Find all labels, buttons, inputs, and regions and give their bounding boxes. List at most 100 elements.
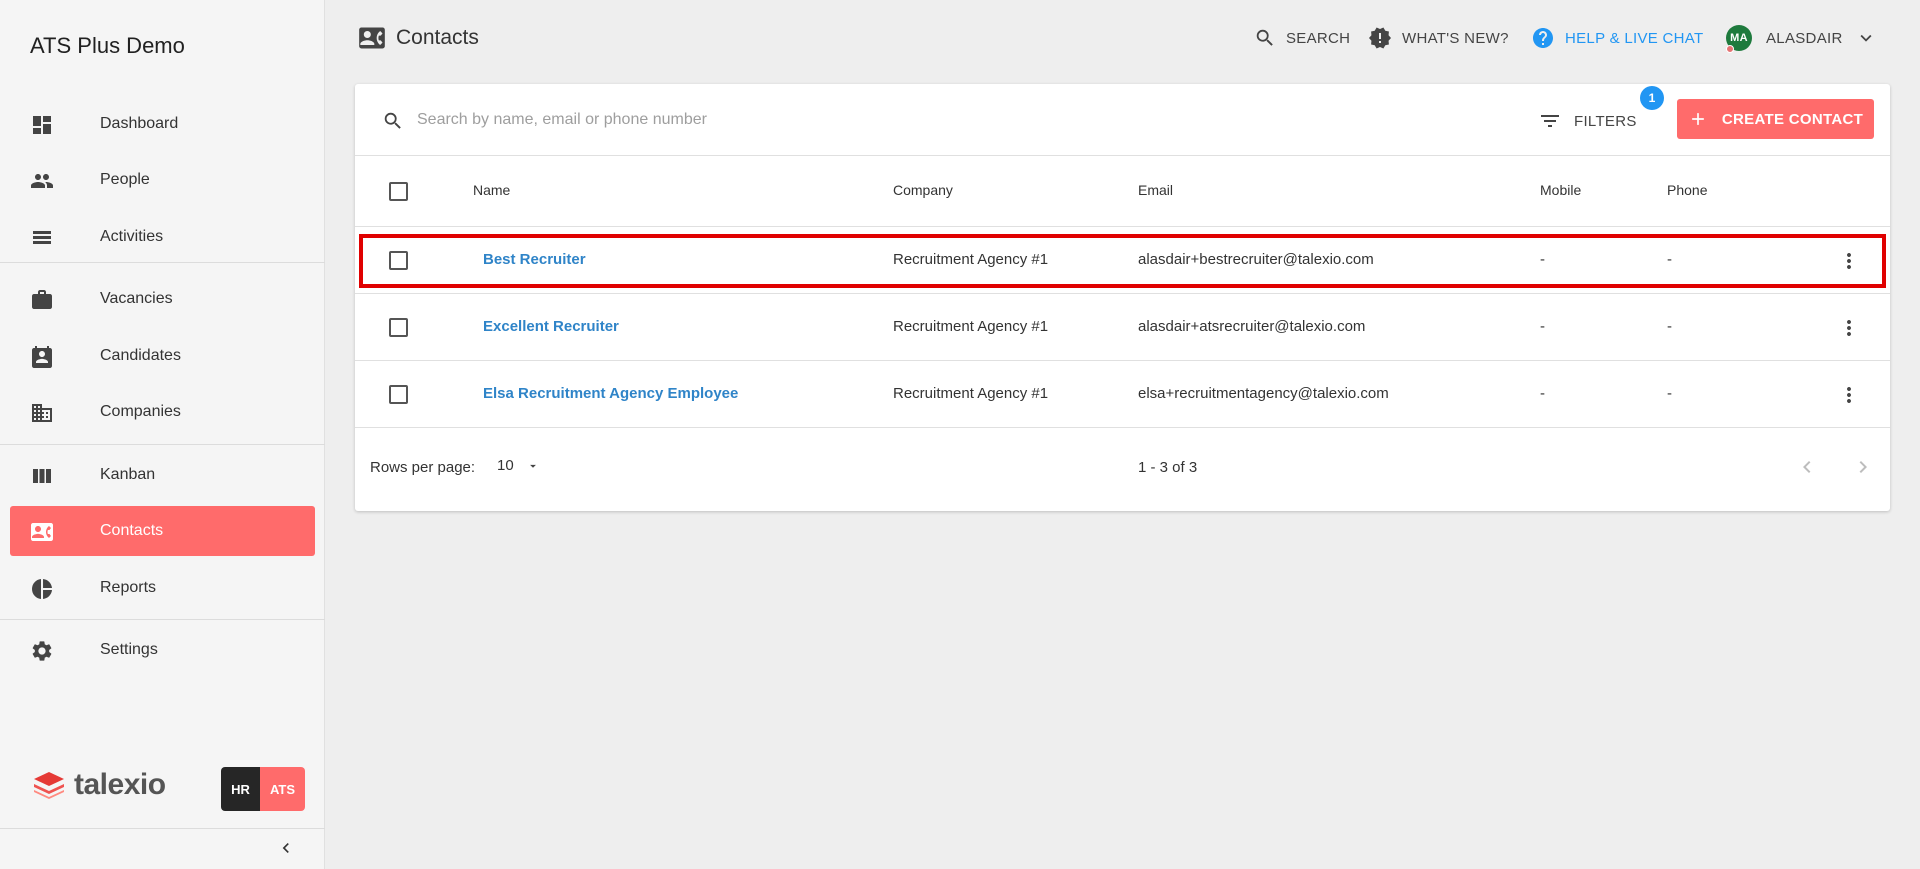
contacts-card: FILTERS 1 CREATE CONTACT Name Company Em… [355,84,1890,511]
contact-company: Recruitment Agency #1 [893,318,1049,335]
pie-chart-icon [32,579,52,599]
create-contact-button[interactable]: CREATE CONTACT [1677,99,1874,139]
user-name: ALASDAIR [1766,29,1843,47]
sidebar-item-contacts[interactable]: Contacts [10,506,315,556]
search-label: SEARCH [1286,29,1351,47]
table-row[interactable]: Best Recruiter Recruitment Agency #1 ala… [355,227,1890,294]
rows-per-page-select[interactable]: 10 [497,457,540,474]
help-icon [1533,28,1553,48]
search-input[interactable] [417,104,1117,136]
announcement-icon [1369,27,1391,49]
contact-company: Recruitment Agency #1 [893,251,1049,268]
row-checkbox[interactable] [389,318,408,337]
sidebar-item-label: Companies [100,403,181,420]
help-live-chat-button[interactable]: HELP & LIVE CHAT [1531,24,1703,52]
search-icon [384,112,401,129]
help-label: HELP & LIVE CHAT [1565,29,1704,47]
more-vert-icon[interactable] [1837,383,1861,407]
people-icon [31,174,53,188]
dropdown-arrow-icon [529,464,536,468]
contact-mobile: - [1540,318,1545,335]
sidebar-item-dashboard[interactable]: Dashboard [10,99,315,149]
contact-phone: - [1667,385,1672,402]
sidebar-item-activities[interactable]: Activities [10,212,315,262]
create-contact-label: CREATE CONTACT [1721,110,1864,128]
briefcase-icon [32,290,52,309]
whats-new-button[interactable]: WHAT'S NEW? [1368,24,1509,52]
sidebar-item-candidates[interactable]: Candidates [10,331,315,381]
rows-per-page-label: Rows per page: [370,459,476,476]
sidebar-item-reports[interactable]: Reports [10,563,315,613]
filters-button[interactable]: FILTERS [1538,106,1637,136]
table-row[interactable]: Excellent Recruiter Recruitment Agency #… [355,294,1890,361]
app-title: ATS Plus Demo [30,33,185,58]
contact-email: alasdair+bestrecruiter@talexio.com [1138,251,1374,268]
contact-email: elsa+recruitmentagency@talexio.com [1138,385,1389,402]
whats-new-label: WHAT'S NEW? [1402,29,1509,47]
sidebar-item-label: Activities [100,228,164,245]
contact-name-link[interactable]: Elsa Recruitment Agency Employee [483,385,738,402]
global-search-button[interactable]: SEARCH [1254,24,1350,52]
column-header-name[interactable]: Name [473,182,510,198]
ats-badge[interactable]: ATS [260,767,305,811]
avatar: MA [1726,25,1752,53]
sidebar-item-label: Contacts [100,522,164,539]
contact-card-icon [31,523,53,541]
column-header-email[interactable]: Email [1138,182,1173,198]
divider [0,828,325,829]
activities-icon [33,231,51,244]
avatar-initials: MA [1730,32,1748,44]
plus-icon [1692,113,1704,125]
toolbar: FILTERS 1 CREATE CONTACT [355,84,1890,156]
row-checkbox[interactable] [389,251,408,270]
candidate-card-icon [32,346,52,368]
sidebar-item-kanban[interactable]: Kanban [10,450,315,500]
divider [0,619,325,620]
brand-name: talexio [74,768,166,801]
sidebar-item-label: Vacancies [100,290,173,307]
contact-name-link[interactable]: Best Recruiter [483,251,586,268]
sidebar-item-label: People [100,171,150,188]
building-icon [32,404,52,422]
kanban-icon [33,469,51,483]
table-header: Name Company Email Mobile Phone [355,156,1890,227]
chevron-right-icon[interactable] [1851,455,1875,479]
status-dot [1726,45,1734,53]
more-vert-icon[interactable] [1837,249,1861,273]
page-header: Contacts [358,24,479,52]
sidebar-item-vacancies[interactable]: Vacancies [10,274,315,324]
sidebar-item-label: Candidates [100,347,181,364]
filter-icon [1541,115,1559,127]
sidebar-item-people[interactable]: People [10,155,315,205]
column-header-mobile[interactable]: Mobile [1540,182,1581,198]
chevron-left-icon[interactable] [276,838,296,858]
page-range: 1 - 3 of 3 [1138,459,1198,476]
product-switcher[interactable]: HR ATS [221,767,305,811]
table-row[interactable]: Elsa Recruitment Agency Employee Recruit… [355,361,1890,428]
more-vert-icon[interactable] [1837,316,1861,340]
contact-mobile: - [1540,251,1545,268]
rows-per-page-value: 10 [497,457,514,474]
pagination: Rows per page: 10 1 - 3 of 3 [355,429,1890,511]
gear-icon [32,641,52,661]
contact-name-link[interactable]: Excellent Recruiter [483,318,619,335]
chevron-down-icon [1860,34,1872,42]
select-all-checkbox[interactable] [389,182,408,201]
contact-mobile: - [1540,385,1545,402]
user-menu[interactable]: MA ALASDAIR [1726,24,1877,53]
sidebar-item-settings[interactable]: Settings [10,625,315,675]
talexio-logo-icon [34,772,64,799]
contact-company: Recruitment Agency #1 [893,385,1049,402]
sidebar-item-label: Dashboard [100,115,179,132]
row-checkbox[interactable] [389,385,408,404]
sidebar-item-companies[interactable]: Companies [10,387,315,437]
column-header-phone[interactable]: Phone [1667,182,1707,198]
page-title: Contacts [396,26,479,49]
brand-logo: talexio [32,768,166,802]
sidebar-item-label: Reports [100,579,157,596]
search-icon [1256,29,1273,46]
column-header-company[interactable]: Company [893,182,953,198]
hr-badge[interactable]: HR [221,767,260,811]
dashboard-icon [33,116,51,134]
chevron-left-icon[interactable] [1795,455,1819,479]
